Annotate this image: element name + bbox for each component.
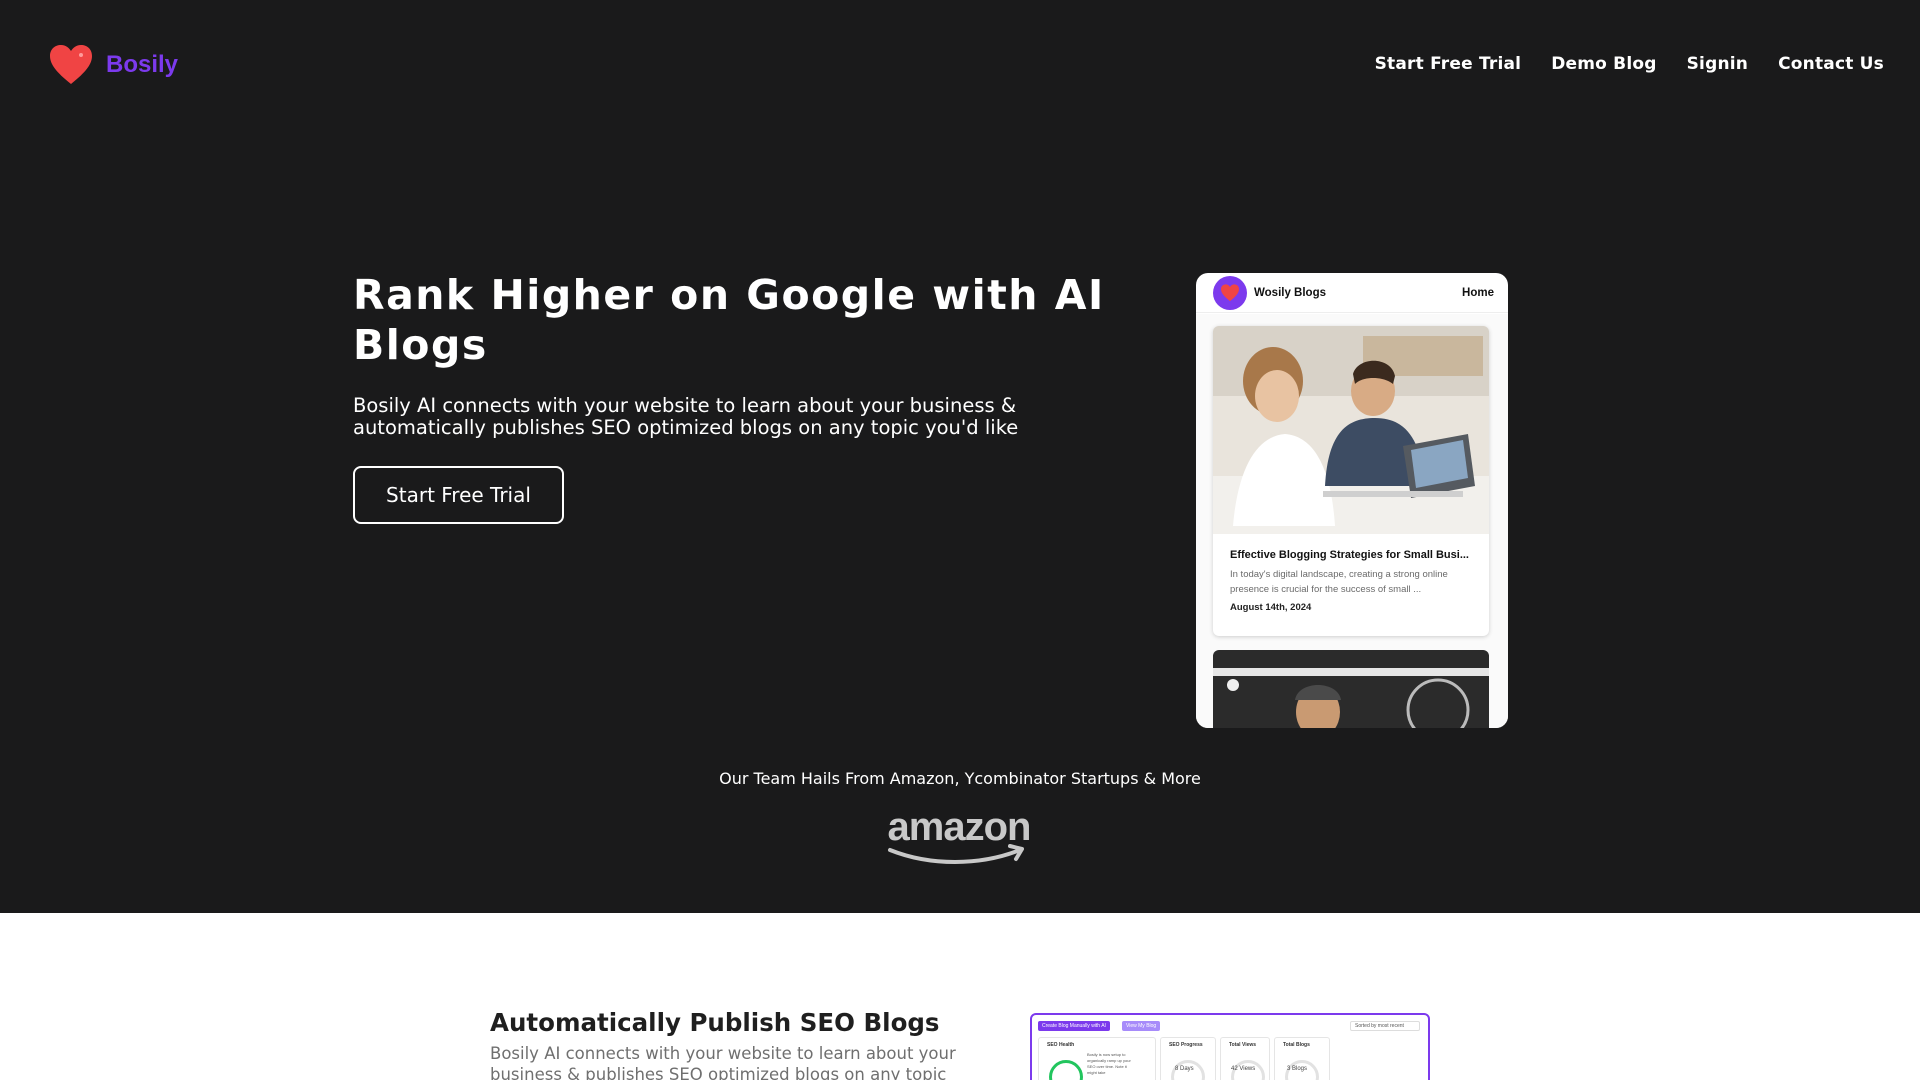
dashboard-preview: Create Blog Manually with AI View My Blo… <box>1030 1013 1430 1080</box>
feature-title: Automatically Publish SEO Blogs <box>490 1008 940 1037</box>
total-blogs-card: Total Blogs 3 Blogs <box>1274 1037 1330 1080</box>
seo-health-ring <box>1049 1060 1083 1080</box>
svg-text:amazon: amazon <box>888 806 1031 849</box>
hero-title: Rank Higher on Google with AI Blogs <box>353 271 1105 369</box>
heart-icon <box>1221 283 1239 301</box>
amazon-logo: amazon <box>888 806 1031 864</box>
nav-demo-blog[interactable]: Demo Blog <box>1551 54 1656 74</box>
brand-name: Bosily <box>106 51 179 78</box>
trust-statement: Our Team Hails From Amazon, Ycombinator … <box>719 769 1201 788</box>
card-value: 3 Blogs <box>1287 1066 1308 1072</box>
nav-signin[interactable]: Signin <box>1687 54 1748 74</box>
card-label: SEO Progress <box>1169 1042 1203 1048</box>
card-note: Bosily is now setup to organically ramp … <box>1087 1052 1131 1075</box>
blog-post-card[interactable]: Effective Blogging Strategies for Small … <box>1213 326 1489 636</box>
seo-progress-card: SEO Progress 8 Days <box>1160 1037 1216 1080</box>
total-views-card: Total Views 42 Views <box>1220 1037 1270 1080</box>
nav-start-free-trial[interactable]: Start Free Trial <box>1375 54 1522 74</box>
card-label: SEO Health <box>1047 1042 1075 1048</box>
card-value: 8 Days <box>1175 1066 1194 1072</box>
top-nav: Start Free Trial Demo Blog Signin Contac… <box>1375 54 1884 74</box>
mock-blog-brand: Wosily Blogs <box>1254 286 1326 299</box>
blog-post-excerpt: In today's digital landscape, creating a… <box>1230 569 1448 595</box>
hero-section: Bosily Start Free Trial Demo Blog Signin… <box>0 0 1920 913</box>
heart-logo-icon <box>50 45 92 84</box>
card-label: Total Blogs <box>1283 1042 1310 1048</box>
card-value: 42 Views <box>1231 1066 1256 1072</box>
mock-blog-header: Wosily Blogs Home <box>1196 273 1508 313</box>
create-blog-button[interactable]: Create Blog Manually with AI <box>1038 1021 1110 1031</box>
blog-post-card-2[interactable] <box>1213 650 1489 728</box>
blog-post-title: Effective Blogging Strategies for Small … <box>1230 549 1469 561</box>
blog-post-image-2 <box>1213 650 1489 728</box>
mock-blog-avatar <box>1213 275 1247 310</box>
seo-health-card: SEO Health Bosily is now setup to organi… <box>1038 1037 1156 1080</box>
mock-blog-body: Effective Blogging Strategies for Small … <box>1196 314 1508 728</box>
feature-description: Bosily AI connects with your website to … <box>490 1044 956 1080</box>
brand-logo[interactable]: Bosily <box>48 44 178 86</box>
card-label: Total Views <box>1229 1042 1257 1048</box>
hero-subtitle: Bosily AI connects with your website to … <box>353 394 1019 439</box>
blog-preview-mockup: Wosily Blogs Home Effective Blogging Str… <box>1196 273 1508 728</box>
view-blog-button[interactable]: View My Blog <box>1122 1021 1161 1031</box>
mock-home-link[interactable]: Home <box>1462 287 1494 299</box>
blog-post-date: August 14th, 2024 <box>1230 602 1312 613</box>
blog-post-image <box>1213 326 1489 534</box>
nav-contact-us[interactable]: Contact Us <box>1778 54 1884 74</box>
start-free-trial-button[interactable]: Start Free Trial <box>353 466 564 524</box>
sort-dropdown[interactable]: Sorted by most recent <box>1350 1021 1420 1031</box>
